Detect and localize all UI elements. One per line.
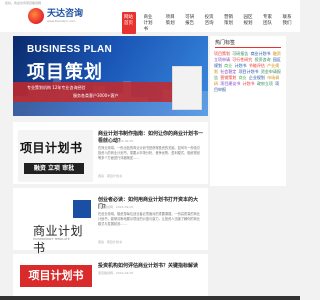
article-meta: 项目策划网 · 2024-09-05 bbox=[98, 139, 134, 143]
hero-banner[interactable]: BUSINESS PLAN 项目策划 专业策划机构 12年专业咨询经验 服务各类… bbox=[13, 36, 208, 116]
footer-strip bbox=[0, 296, 300, 300]
tag-link[interactable]: 节能评估 bbox=[249, 63, 265, 68]
tag-link[interactable]: 商业计划书 bbox=[251, 51, 271, 56]
tag-link[interactable]: 投资咨询 bbox=[255, 57, 271, 62]
nav-home[interactable]: 网站首页 bbox=[122, 12, 137, 34]
article-excerpt: 在商业领域，一份出色的商业计划书是获得投资的关键。如何写一份吸引投资人的商业计划… bbox=[98, 146, 200, 160]
article-thumbnail[interactable]: 项目计划书 bbox=[18, 262, 93, 298]
site-header: 您好，欢迎访问项目策划网 天达咨询 www.tiandacn.com 网站首页 … bbox=[0, 0, 300, 34]
article-thumbnail[interactable]: 项目计划书 融资 立项 审批 bbox=[18, 130, 93, 182]
tag-link[interactable]: 商业 bbox=[224, 63, 232, 68]
thumb-title: 项目计划书 bbox=[20, 141, 83, 155]
sidebar-tags: 热门标签 项目策划 可研报告 商业计划书 融资 立项申请 可行性研究 投资咨询 … bbox=[210, 36, 286, 186]
tag-link[interactable]: 营销策划 bbox=[220, 75, 236, 80]
book-image bbox=[172, 66, 202, 110]
nav-project-planning[interactable]: 项目策划 bbox=[164, 12, 178, 34]
nav-feasibility[interactable]: 可研报告 bbox=[183, 12, 197, 34]
nav-contact[interactable]: 联系我们 bbox=[281, 12, 295, 34]
article-footer: 阅读 · 项目计划书 bbox=[98, 174, 122, 178]
tag-link[interactable]: 可研报告 bbox=[232, 51, 248, 56]
nav-investment[interactable]: 投资咨询 bbox=[203, 12, 217, 34]
hero-line-2: 服务各类客户3000+客户 bbox=[73, 93, 119, 98]
thumb-tag: 项目计划书 bbox=[20, 265, 92, 287]
brand-url: www.tiandacn.com bbox=[47, 18, 76, 23]
tag-link[interactable]: 项目计划书 bbox=[239, 69, 259, 74]
article-footer: 阅读 · 项目计划书 bbox=[98, 240, 122, 244]
tag-link[interactable]: 计划书 bbox=[235, 63, 247, 68]
article-thumbnail[interactable]: 商业计划书 POWERPOINT TEMPLATE bbox=[18, 196, 93, 255]
article-title[interactable]: 投资机构如何评估商业计划书？关键指标解读 bbox=[98, 262, 203, 269]
sidebar-divider bbox=[215, 47, 281, 48]
tag-link[interactable]: 企业规划 bbox=[249, 75, 265, 80]
article-card[interactable]: 项目计划书 投资机构如何评估商业计划书？关键指标解读 项目策划网 · 2024-… bbox=[13, 254, 208, 300]
tag-link[interactable]: 计划书 bbox=[243, 81, 255, 86]
tag-link[interactable]: 社会稳定 bbox=[220, 69, 236, 74]
tag-link[interactable]: 项目建议书 bbox=[220, 81, 240, 86]
thumb-decoration bbox=[73, 200, 91, 218]
tag-link[interactable]: 融资 bbox=[273, 51, 281, 56]
tag-link[interactable]: 可行性研究 bbox=[232, 57, 252, 62]
brand-name: 天达咨询 bbox=[47, 8, 84, 19]
tag-cloud: 项目策划 可研报告 商业计划书 融资 立项申请 可行性研究 投资咨询 园区规划 … bbox=[214, 51, 283, 93]
hero-en-title: BUSINESS PLAN bbox=[27, 44, 113, 55]
article-excerpt: 在创业领域，融资是每位创业者必须面对的重要课题。一份高质量的商业计划书，能够清晰… bbox=[98, 212, 200, 226]
tag-link[interactable]: 政府立项 bbox=[257, 81, 273, 86]
article-meta: 项目策划网 · 2024-09-05 bbox=[98, 271, 134, 275]
tag-link[interactable]: 立项申请 bbox=[214, 57, 230, 62]
nav-business-plan[interactable]: 商业计划书 bbox=[141, 12, 158, 34]
logo[interactable]: 天达咨询 www.tiandacn.com bbox=[28, 8, 83, 24]
top-note: 您好，欢迎访问项目策划网 bbox=[5, 1, 42, 5]
article-meta: 项目策划网 · 2024-09-05 bbox=[98, 205, 134, 209]
hero-line-1: 专业策划机构 12年专业咨询经验 bbox=[27, 85, 86, 90]
thumb-bar: 融资 立项 审批 bbox=[24, 163, 84, 174]
sidebar-title: 热门标签 bbox=[215, 40, 236, 46]
article-card[interactable]: 商业计划书 POWERPOINT TEMPLATE 创业者必读：如何用商业计划书… bbox=[13, 188, 208, 255]
article-card[interactable]: 项目计划书 融资 立项 审批 商业计划书制作指南：如何让你的商业计划书一看就心动… bbox=[13, 122, 208, 184]
tag-link[interactable]: 项目策划 bbox=[214, 51, 230, 56]
nav-experts[interactable]: 专家团队 bbox=[261, 12, 275, 34]
thumb-subtitle: POWERPOINT TEMPLATE bbox=[33, 237, 70, 241]
main-nav: 网站首页 商业计划书 项目策划 可研报告 投资咨询 营销策划 园区规划 专家团队… bbox=[122, 12, 300, 34]
tag-link[interactable]: 商业 bbox=[239, 75, 247, 80]
nav-park-planning[interactable]: 园区规划 bbox=[242, 12, 256, 34]
nav-marketing[interactable]: 营销策划 bbox=[222, 12, 236, 34]
hero-cn-title: 项目策划 bbox=[27, 62, 103, 83]
logo-icon bbox=[28, 8, 44, 24]
